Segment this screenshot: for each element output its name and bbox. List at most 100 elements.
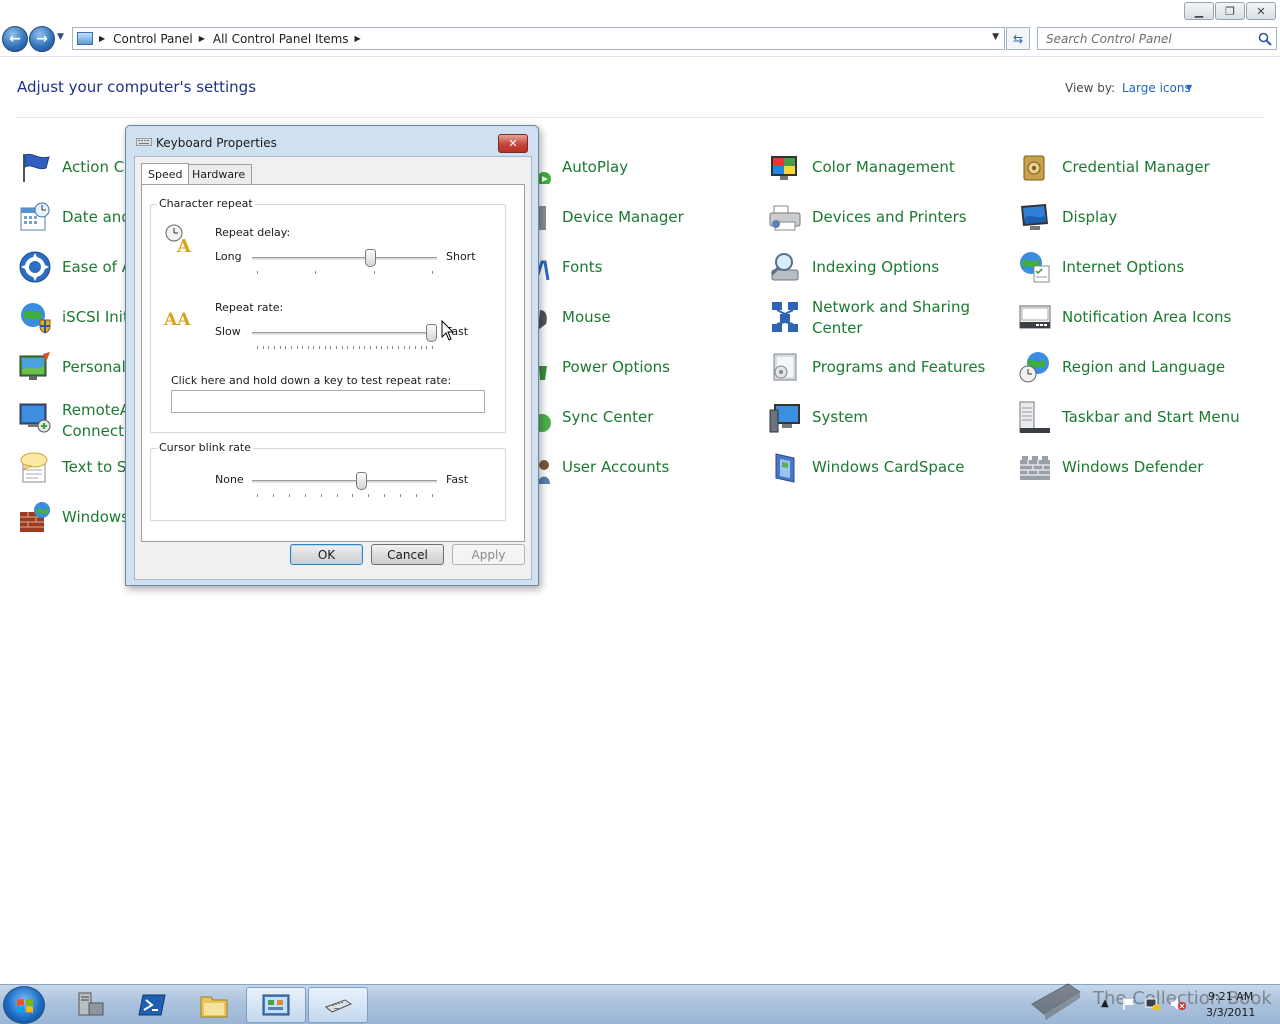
tab-hardware[interactable]: Hardware bbox=[185, 164, 253, 184]
taskbar-server-manager[interactable] bbox=[60, 987, 120, 1023]
cp-item-label: Programs and Features bbox=[812, 357, 986, 376]
cp-item-user-accounts[interactable]: User Accounts bbox=[518, 444, 758, 490]
repeat-rate-ticks bbox=[257, 346, 433, 350]
ok-button[interactable]: OK bbox=[290, 544, 363, 565]
view-by-dropdown[interactable]: Large icons bbox=[1122, 81, 1191, 95]
cp-item-region-language[interactable]: Region and Language bbox=[1018, 344, 1258, 390]
tab-speed[interactable]: Speed bbox=[141, 163, 190, 184]
cursor-blink-slider-thumb[interactable] bbox=[356, 472, 368, 490]
internet-options-icon bbox=[1020, 252, 1050, 283]
cp-item-system[interactable]: System bbox=[768, 394, 1008, 440]
slider-tick bbox=[368, 494, 370, 497]
dialog-titlebar[interactable]: Keyboard Properties ✕ bbox=[126, 126, 538, 156]
cp-item-programs-features[interactable]: Programs and Features bbox=[768, 344, 1008, 390]
taskbar-explorer[interactable] bbox=[184, 987, 244, 1023]
slider-tick bbox=[352, 494, 354, 497]
taskbar-icon bbox=[1019, 401, 1050, 433]
explorer-folder-icon bbox=[200, 996, 228, 1018]
refresh-button[interactable]: ⇆ bbox=[1006, 27, 1030, 50]
slider-tick bbox=[400, 494, 402, 497]
cp-item-label: Device Manager bbox=[562, 207, 684, 226]
start-button[interactable] bbox=[3, 986, 45, 1024]
group-label: Cursor blink rate bbox=[157, 441, 253, 454]
slider-tick bbox=[373, 271, 375, 274]
forward-button[interactable]: → bbox=[29, 26, 55, 52]
close-icon: ✕ bbox=[1256, 4, 1266, 18]
breadcrumb-control-panel[interactable]: Control Panel bbox=[113, 32, 193, 46]
taskbar-control-panel[interactable] bbox=[246, 987, 306, 1023]
slider-tick bbox=[347, 346, 349, 349]
repeat-delay-label: Repeat delay: bbox=[215, 226, 291, 239]
minimize-button[interactable]: ▁ bbox=[1184, 2, 1214, 20]
cursor-blink-slider-track[interactable] bbox=[252, 480, 437, 483]
repeat-rate-slider-thumb[interactable] bbox=[426, 324, 437, 342]
cp-item-indexing-options[interactable]: Indexing Options bbox=[768, 244, 1008, 290]
breadcrumb-all-items[interactable]: All Control Panel Items bbox=[213, 32, 349, 46]
cp-item-display[interactable]: Display bbox=[1018, 194, 1258, 240]
repeat-rate-slider-track[interactable] bbox=[252, 332, 437, 335]
chevron-right-icon[interactable]: ▶ bbox=[99, 34, 105, 43]
cp-item-label: System bbox=[812, 407, 868, 426]
test-repeat-input[interactable] bbox=[171, 390, 485, 413]
color-management-icon bbox=[771, 156, 797, 180]
slider-tick bbox=[257, 494, 258, 497]
cp-item-windows-defender[interactable]: Windows Defender bbox=[1018, 444, 1258, 490]
cp-item-label: Indexing Options bbox=[812, 257, 940, 276]
navigation-bar: ← → ▼ ▶ Control Panel ▶ All Control Pane… bbox=[0, 24, 1280, 54]
slider-tick bbox=[416, 494, 418, 497]
cp-item-cardspace[interactable]: Windows CardSpace bbox=[768, 444, 1008, 490]
restore-icon: ❐ bbox=[1225, 4, 1235, 18]
keyboard-icon bbox=[136, 138, 152, 146]
cp-item-network-sharing[interactable]: Network and Sharing Center bbox=[768, 294, 1008, 340]
cp-item-taskbar-start[interactable]: Taskbar and Start Menu bbox=[1018, 394, 1258, 440]
cp-item-label: Windows Defender bbox=[1062, 457, 1204, 476]
cp-item-device-manager[interactable]: Device Manager bbox=[518, 194, 758, 240]
dialog-close-button[interactable]: ✕ bbox=[498, 134, 528, 153]
search-input[interactable]: Search Control Panel bbox=[1037, 27, 1277, 50]
clock-time[interactable]: 9:21 AM bbox=[1208, 990, 1253, 1003]
cancel-button[interactable]: Cancel bbox=[371, 544, 444, 565]
cp-item-power-options[interactable]: Power Options bbox=[518, 344, 758, 390]
close-window-button[interactable]: ✕ bbox=[1246, 2, 1276, 20]
repeat-rate-min-label: Slow bbox=[215, 325, 241, 338]
cp-item-fonts[interactable]: Fonts bbox=[518, 244, 758, 290]
apply-button[interactable]: Apply bbox=[452, 544, 525, 565]
back-button[interactable]: ← bbox=[2, 26, 28, 52]
show-hidden-icons-icon[interactable]: ▲ bbox=[1101, 998, 1109, 1009]
address-history-dropdown[interactable]: ▼ bbox=[992, 32, 999, 42]
cp-item-devices-printers[interactable]: Devices and Printers bbox=[768, 194, 1008, 240]
cp-item-color-management[interactable]: Color Management bbox=[768, 144, 1008, 190]
flag-icon bbox=[23, 153, 50, 182]
refresh-icon: ⇆ bbox=[1012, 31, 1024, 46]
clock-date[interactable]: 3/3/2011 bbox=[1206, 1006, 1255, 1019]
recent-pages-dropdown[interactable]: ▼ bbox=[57, 32, 64, 42]
slider-tick bbox=[319, 346, 321, 349]
cp-item-label: Network and Sharing Center bbox=[812, 298, 970, 337]
cp-item-internet-options[interactable]: Internet Options bbox=[1018, 244, 1258, 290]
search-icon[interactable] bbox=[1258, 32, 1272, 46]
network-tray-icon[interactable] bbox=[1145, 997, 1161, 1011]
taskbar-powershell[interactable] bbox=[122, 987, 182, 1023]
cp-item-mouse[interactable]: Mouse bbox=[518, 294, 758, 340]
volume-muted-icon[interactable] bbox=[1170, 997, 1186, 1011]
slider-tick bbox=[384, 494, 386, 497]
repeat-delay-slider-track[interactable] bbox=[252, 257, 437, 260]
chevron-down-icon[interactable]: ▼ bbox=[1186, 83, 1192, 92]
restore-button[interactable]: ❐ bbox=[1215, 2, 1245, 20]
cp-item-autoplay[interactable]: AutoPlay bbox=[518, 144, 758, 190]
chevron-right-icon[interactable]: ▶ bbox=[199, 34, 205, 43]
repeat-delay-slider-thumb[interactable] bbox=[365, 249, 377, 267]
chevron-right-icon[interactable]: ▶ bbox=[355, 34, 361, 43]
taskbar-keyboard-properties[interactable] bbox=[308, 987, 368, 1023]
slider-tick bbox=[313, 346, 315, 349]
slider-tick bbox=[336, 346, 338, 349]
slider-tick bbox=[381, 346, 383, 349]
action-center-flag-icon[interactable] bbox=[1122, 997, 1136, 1011]
slider-tick bbox=[392, 346, 394, 349]
vault-icon bbox=[1023, 155, 1045, 181]
cp-item-notification-icons[interactable]: Notification Area Icons bbox=[1018, 294, 1258, 340]
cp-item-credential-manager[interactable]: Credential Manager bbox=[1018, 144, 1258, 190]
address-bar[interactable]: ▶ Control Panel ▶ All Control Panel Item… bbox=[72, 27, 1005, 50]
slider-tick bbox=[268, 346, 270, 349]
cp-item-sync-center[interactable]: Sync Center bbox=[518, 394, 758, 440]
